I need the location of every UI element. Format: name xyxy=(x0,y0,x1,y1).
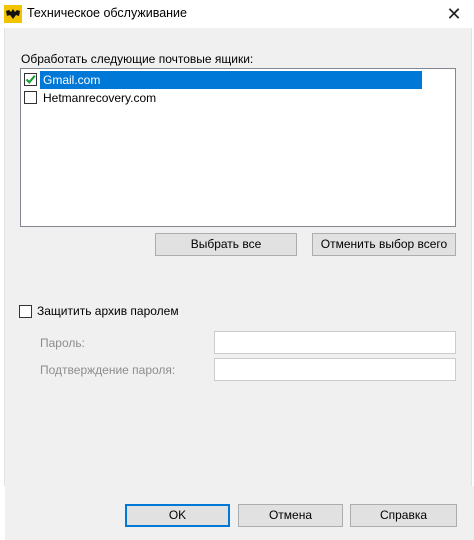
cancel-button[interactable]: Отмена xyxy=(238,504,343,527)
list-item-gmail[interactable]: Gmail.com xyxy=(23,71,453,89)
checkmark-icon xyxy=(25,75,36,84)
batman-app-icon xyxy=(4,5,22,23)
help-button[interactable]: Справка xyxy=(350,504,457,527)
dialog-footer: OK Отмена Справка xyxy=(0,486,474,540)
dialog-body: Обработать следующие почтовые ящики: Gma… xyxy=(4,28,472,486)
mailboxes-label: Обработать следующие почтовые ящики: xyxy=(21,52,254,66)
mailbox-checkbox-gmail[interactable] xyxy=(24,73,37,86)
list-item-hetmanrecovery[interactable]: Hetmanrecovery.com xyxy=(23,89,453,107)
select-all-button[interactable]: Выбрать все xyxy=(155,233,297,256)
close-icon: ✕ xyxy=(446,4,462,24)
confirm-password-label: Подтверждение пароля: xyxy=(40,363,176,377)
mailbox-list[interactable]: Gmail.com Hetmanrecovery.com xyxy=(20,68,456,227)
mailbox-label-gmail: Gmail.com xyxy=(40,71,422,89)
password-label: Пароль: xyxy=(40,336,85,350)
protect-archive-label: Защитить архив паролем xyxy=(37,304,179,318)
mailbox-label-hetmanrecovery: Hetmanrecovery.com xyxy=(43,91,157,105)
deselect-all-button[interactable]: Отменить выбор всего xyxy=(312,233,456,256)
mailbox-checkbox-hetmanrecovery[interactable] xyxy=(24,91,37,104)
confirm-password-field[interactable] xyxy=(214,358,456,381)
ok-button[interactable]: OK xyxy=(125,504,230,527)
title-bar: Техническое обслуживание ✕ xyxy=(0,0,474,28)
window-title: Техническое обслуживание xyxy=(27,6,187,20)
close-button[interactable]: ✕ xyxy=(444,4,464,24)
password-field[interactable] xyxy=(214,331,456,354)
protect-archive-checkbox[interactable] xyxy=(19,305,32,318)
